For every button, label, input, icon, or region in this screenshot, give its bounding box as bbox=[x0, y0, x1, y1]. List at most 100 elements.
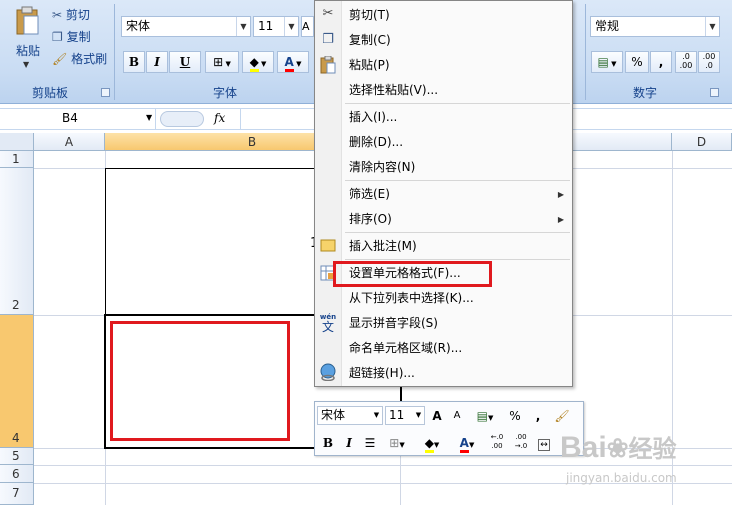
menu-item-label: 命名单元格区域(R)... bbox=[349, 341, 463, 355]
row-header-5[interactable]: 5 bbox=[0, 448, 34, 465]
font-color-button[interactable]: A ▼ bbox=[277, 51, 309, 73]
mini-increase-decimal-button[interactable]: ←.0.00 bbox=[487, 433, 507, 453]
mini-format-painter-button[interactable]: 🖌 bbox=[551, 406, 573, 426]
menu-item-define-name[interactable]: 命名单元格区域(R)... bbox=[343, 336, 572, 361]
font-size-combo[interactable]: 11 ▼ bbox=[253, 16, 299, 37]
menu-item-show-phonetic[interactable]: 显示拼音字段(S) bbox=[343, 311, 572, 336]
number-format-combo[interactable]: 常规 ▼ bbox=[590, 16, 720, 37]
grow-font-icon: A bbox=[432, 409, 442, 423]
increase-decimal-button[interactable]: .0 .00 bbox=[675, 51, 697, 73]
watermark-url: jingyan.baidu.com bbox=[566, 471, 677, 485]
column-header-d[interactable]: D bbox=[672, 133, 732, 151]
menu-item-hyperlink[interactable]: 超链接(H)... bbox=[343, 361, 572, 386]
chevron-down-icon[interactable]: ▼ bbox=[284, 17, 298, 36]
font-color-icon: A bbox=[284, 55, 294, 72]
chevron-down-icon: ▼ bbox=[223, 60, 231, 68]
underline-button[interactable]: U bbox=[169, 51, 201, 73]
mini-shrink-font-button[interactable]: A bbox=[448, 406, 466, 426]
highlight-box-cell bbox=[110, 321, 290, 441]
chevron-down-icon[interactable]: ▼ bbox=[705, 17, 719, 36]
mini-fill-color-button[interactable]: ◆▼ bbox=[417, 433, 447, 453]
mini-center-button[interactable]: ☰ bbox=[361, 433, 379, 453]
mini-grow-font-button[interactable]: A bbox=[428, 406, 446, 426]
grow-font-icon: A bbox=[302, 20, 310, 33]
chevron-down-icon[interactable]: ▼ bbox=[413, 407, 424, 424]
grow-font-button[interactable]: A bbox=[301, 16, 314, 37]
row-header-7[interactable]: 7 bbox=[0, 483, 34, 505]
chevron-down-icon[interactable]: ▼ bbox=[236, 17, 250, 36]
menu-item-clear-contents[interactable]: 清除内容(N) bbox=[343, 155, 572, 180]
menu-item-pick-from-list[interactable]: 从下拉列表中选择(K)... bbox=[343, 286, 572, 311]
borders-button[interactable]: ⊞ ▼ bbox=[205, 51, 239, 73]
comment-icon bbox=[318, 235, 338, 255]
menu-item-insert[interactable]: 插入(I)... bbox=[343, 105, 572, 130]
italic-button[interactable]: I bbox=[146, 51, 168, 73]
menu-item-delete[interactable]: 删除(D)... bbox=[343, 130, 572, 155]
select-all-corner[interactable] bbox=[0, 133, 34, 151]
clipboard-launcher-icon[interactable] bbox=[101, 88, 110, 97]
formula-bar-splitter[interactable] bbox=[160, 111, 204, 127]
mini-bold-button[interactable]: B bbox=[319, 433, 337, 453]
formula-input[interactable] bbox=[240, 109, 314, 129]
menu-item-cut[interactable]: 剪切(T) bbox=[343, 3, 572, 28]
mini-font-size-combo[interactable]: 11 ▼ bbox=[385, 406, 425, 425]
font-name-combo[interactable]: 宋体 ▼ bbox=[121, 16, 251, 37]
name-box[interactable]: B4 ▼ bbox=[0, 109, 156, 129]
chevron-down-icon: ▼ bbox=[608, 60, 617, 68]
mini-merge-center-button[interactable]: ↔ bbox=[535, 433, 553, 453]
highlight-box-format-cells bbox=[333, 261, 492, 287]
number-launcher-icon[interactable] bbox=[710, 88, 719, 97]
currency-icon: ▤ bbox=[476, 409, 488, 423]
menu-item-label: 显示拼音字段(S) bbox=[349, 316, 438, 330]
number-format-value: 常规 bbox=[595, 19, 620, 33]
fill-color-button[interactable]: ◆ ▼ bbox=[242, 51, 274, 73]
row-header-1[interactable]: 1 bbox=[0, 151, 34, 168]
menu-item-paste-special[interactable]: 选择性粘贴(V)... bbox=[343, 78, 572, 103]
menu-separator bbox=[345, 259, 570, 260]
menu-item-label: 超链接(H)... bbox=[349, 366, 415, 380]
mini-borders-button[interactable]: ⊞▼ bbox=[383, 433, 411, 453]
menu-item-paste[interactable]: 粘贴(P) bbox=[343, 53, 572, 78]
format-painter-button[interactable]: 🖌 格式刷 bbox=[52, 51, 112, 69]
decrease-decimal-button[interactable]: .00 .0 bbox=[698, 51, 720, 73]
mini-toolbar: 宋体 ▼ 11 ▼ A A ▤▼ % , 🖌 B I ☰ ⊞▼ ◆▼ A▼ ←.… bbox=[314, 401, 584, 456]
menu-item-label: 剪切(T) bbox=[349, 8, 390, 22]
mini-font-name-value: 宋体 bbox=[321, 408, 346, 422]
menu-item-label: 删除(D)... bbox=[349, 135, 404, 149]
font-name-value: 宋体 bbox=[126, 19, 151, 33]
mini-font-color-button[interactable]: A▼ bbox=[452, 433, 482, 453]
paint-bucket-icon: ◆ bbox=[424, 436, 434, 453]
bold-button[interactable]: B bbox=[123, 51, 145, 73]
row-header-4[interactable]: 4 bbox=[0, 315, 34, 448]
row-header-6[interactable]: 6 bbox=[0, 465, 34, 483]
menu-item-insert-comment[interactable]: 插入批注(M) bbox=[343, 234, 572, 259]
mini-accounting-button[interactable]: ▤▼ bbox=[470, 406, 500, 426]
comma-button[interactable]: , bbox=[650, 51, 672, 73]
submenu-arrow-icon: ▶ bbox=[557, 215, 564, 224]
menu-item-copy[interactable]: 复制(C) bbox=[343, 28, 572, 53]
paste-label: 粘贴 bbox=[15, 44, 40, 58]
mini-decrease-decimal-button[interactable]: .00 →.0 bbox=[511, 433, 531, 453]
mini-comma-button[interactable]: , bbox=[529, 406, 547, 426]
percent-button[interactable]: % bbox=[625, 51, 649, 73]
menu-item-filter[interactable]: 筛选(E) ▶ bbox=[343, 182, 572, 207]
row-header-2[interactable]: 2 bbox=[0, 168, 34, 315]
mini-font-name-combo[interactable]: 宋体 ▼ bbox=[317, 406, 383, 425]
copy-button[interactable]: ❐ 复制 bbox=[52, 29, 104, 47]
cut-button[interactable]: ✂ 剪切 bbox=[52, 7, 104, 25]
mini-percent-button[interactable]: % bbox=[505, 406, 525, 426]
name-box-value: B4 bbox=[62, 111, 78, 125]
column-header-a[interactable]: A bbox=[34, 133, 105, 151]
hyperlink-icon bbox=[318, 362, 338, 382]
paste-button[interactable]: 粘贴 ▼ bbox=[6, 4, 48, 78]
mini-italic-button[interactable]: I bbox=[340, 433, 358, 453]
format-painter-icon: 🖌 bbox=[554, 409, 570, 423]
chevron-down-icon[interactable]: ▼ bbox=[146, 113, 152, 122]
chevron-down-icon[interactable]: ▼ bbox=[371, 407, 382, 424]
menu-item-sort[interactable]: 排序(O) ▶ bbox=[343, 207, 572, 232]
accounting-format-button[interactable]: ▤ ▼ bbox=[591, 51, 623, 73]
insert-function-button[interactable]: fx bbox=[214, 111, 236, 127]
phonetic-glyph-bottom: 文 bbox=[321, 320, 334, 334]
cut-label: 剪切 bbox=[65, 8, 90, 22]
phonetic-icon: wén 文 bbox=[318, 312, 338, 334]
